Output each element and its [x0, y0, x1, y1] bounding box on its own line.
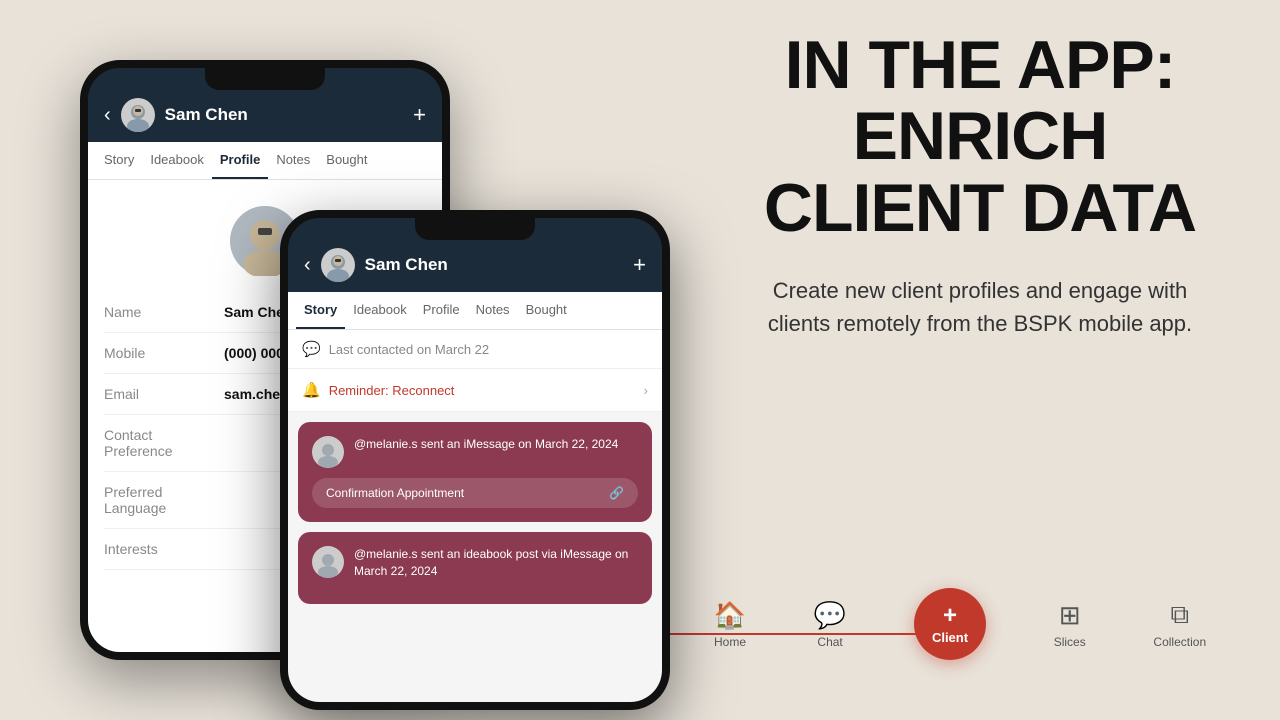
tab-story-back[interactable]: Story [96, 142, 142, 179]
back-phone-tabs: Story Ideabook Profile Notes Bought [88, 142, 442, 180]
label-language: Preferred Language [104, 484, 224, 516]
back-arrow-front[interactable]: ‹ [304, 254, 311, 277]
back-arrow-icon[interactable]: ‹ [104, 104, 111, 127]
front-phone-username: Sam Chen [365, 255, 623, 275]
bottom-nav: 🏠 Home 💬 Chat + Client ⊞ Slices ⧉ Collec… [680, 588, 1240, 660]
phone-front: ‹ Sam Chen + Story Ideabook Profile Note… [280, 210, 670, 710]
tab-notes-front[interactable]: Notes [468, 292, 518, 329]
message-card-1: @melanie.s sent an iMessage on March 22,… [298, 422, 652, 522]
client-label: Client [932, 630, 968, 645]
chat-bubble-icon: 💬 [302, 340, 321, 358]
last-contacted-row: 💬 Last contacted on March 22 [288, 330, 662, 369]
chat-label: Chat [817, 635, 842, 649]
nav-chat[interactable]: 💬 Chat [814, 600, 846, 649]
sender-avatar-1 [312, 436, 344, 468]
front-phone-tabs: Story Ideabook Profile Notes Bought [288, 292, 662, 330]
add-button-back[interactable]: + [413, 102, 426, 128]
message-card-2: @melanie.s sent an ideabook post via iMe… [298, 532, 652, 604]
collection-icon: ⧉ [1170, 599, 1189, 631]
label-contact: Contact Preference [104, 427, 224, 459]
notch-front [415, 218, 535, 240]
subtext: Create new client profiles and engage wi… [740, 274, 1220, 340]
slices-icon: ⊞ [1059, 600, 1081, 631]
label-name: Name [104, 304, 224, 320]
message-header-1: @melanie.s sent an iMessage on March 22,… [312, 436, 638, 468]
nav-client[interactable]: + Client [914, 588, 986, 660]
message-text-1: @melanie.s sent an iMessage on March 22,… [354, 436, 618, 453]
bell-icon: 🔔 [302, 381, 321, 399]
tab-story-front[interactable]: Story [296, 292, 345, 329]
avatar-front [321, 248, 355, 282]
nav-home[interactable]: 🏠 Home [714, 600, 746, 649]
chevron-right-icon: › [644, 383, 648, 398]
chat-icon: 💬 [814, 600, 846, 631]
home-label: Home [714, 635, 746, 649]
avatar-back [121, 98, 155, 132]
tab-bought-back[interactable]: Bought [318, 142, 375, 179]
last-contacted-text: Last contacted on March 22 [329, 342, 489, 357]
tab-profile-back[interactable]: Profile [212, 142, 268, 179]
home-icon: 🏠 [714, 600, 746, 631]
nav-collection[interactable]: ⧉ Collection [1153, 599, 1206, 649]
collection-label: Collection [1153, 635, 1206, 649]
right-panel: IN THE APP:ENRICHCLIENT DATA Create new … [740, 30, 1220, 340]
back-phone-username: Sam Chen [165, 105, 403, 125]
label-interests: Interests [104, 541, 224, 557]
story-content: 💬 Last contacted on March 22 🔔 Reminder:… [288, 330, 662, 710]
tab-bought-front[interactable]: Bought [518, 292, 575, 329]
message-header-2: @melanie.s sent an ideabook post via iMe… [312, 546, 638, 580]
reminder-text: Reminder: Reconnect [329, 383, 455, 398]
slices-label: Slices [1054, 635, 1086, 649]
reminder-row[interactable]: 🔔 Reminder: Reconnect › [288, 369, 662, 412]
tab-ideabook-front[interactable]: Ideabook [345, 292, 415, 329]
headline: IN THE APP:ENRICHCLIENT DATA [740, 30, 1220, 244]
label-email: Email [104, 386, 224, 402]
link-icon: 🔗 [609, 486, 624, 500]
message-pill-1[interactable]: Confirmation Appointment 🔗 [312, 478, 638, 508]
pill-label-1: Confirmation Appointment [326, 486, 464, 500]
tab-notes-back[interactable]: Notes [268, 142, 318, 179]
tab-ideabook-back[interactable]: Ideabook [142, 142, 212, 179]
notch-back [205, 68, 325, 90]
tab-profile-front[interactable]: Profile [415, 292, 468, 329]
nav-slices[interactable]: ⊞ Slices [1054, 600, 1086, 649]
add-button-front[interactable]: + [633, 252, 646, 278]
label-mobile: Mobile [104, 345, 224, 361]
client-plus-icon: + [943, 604, 957, 628]
sender-avatar-2 [312, 546, 344, 578]
message-text-2: @melanie.s sent an ideabook post via iMe… [354, 546, 638, 580]
